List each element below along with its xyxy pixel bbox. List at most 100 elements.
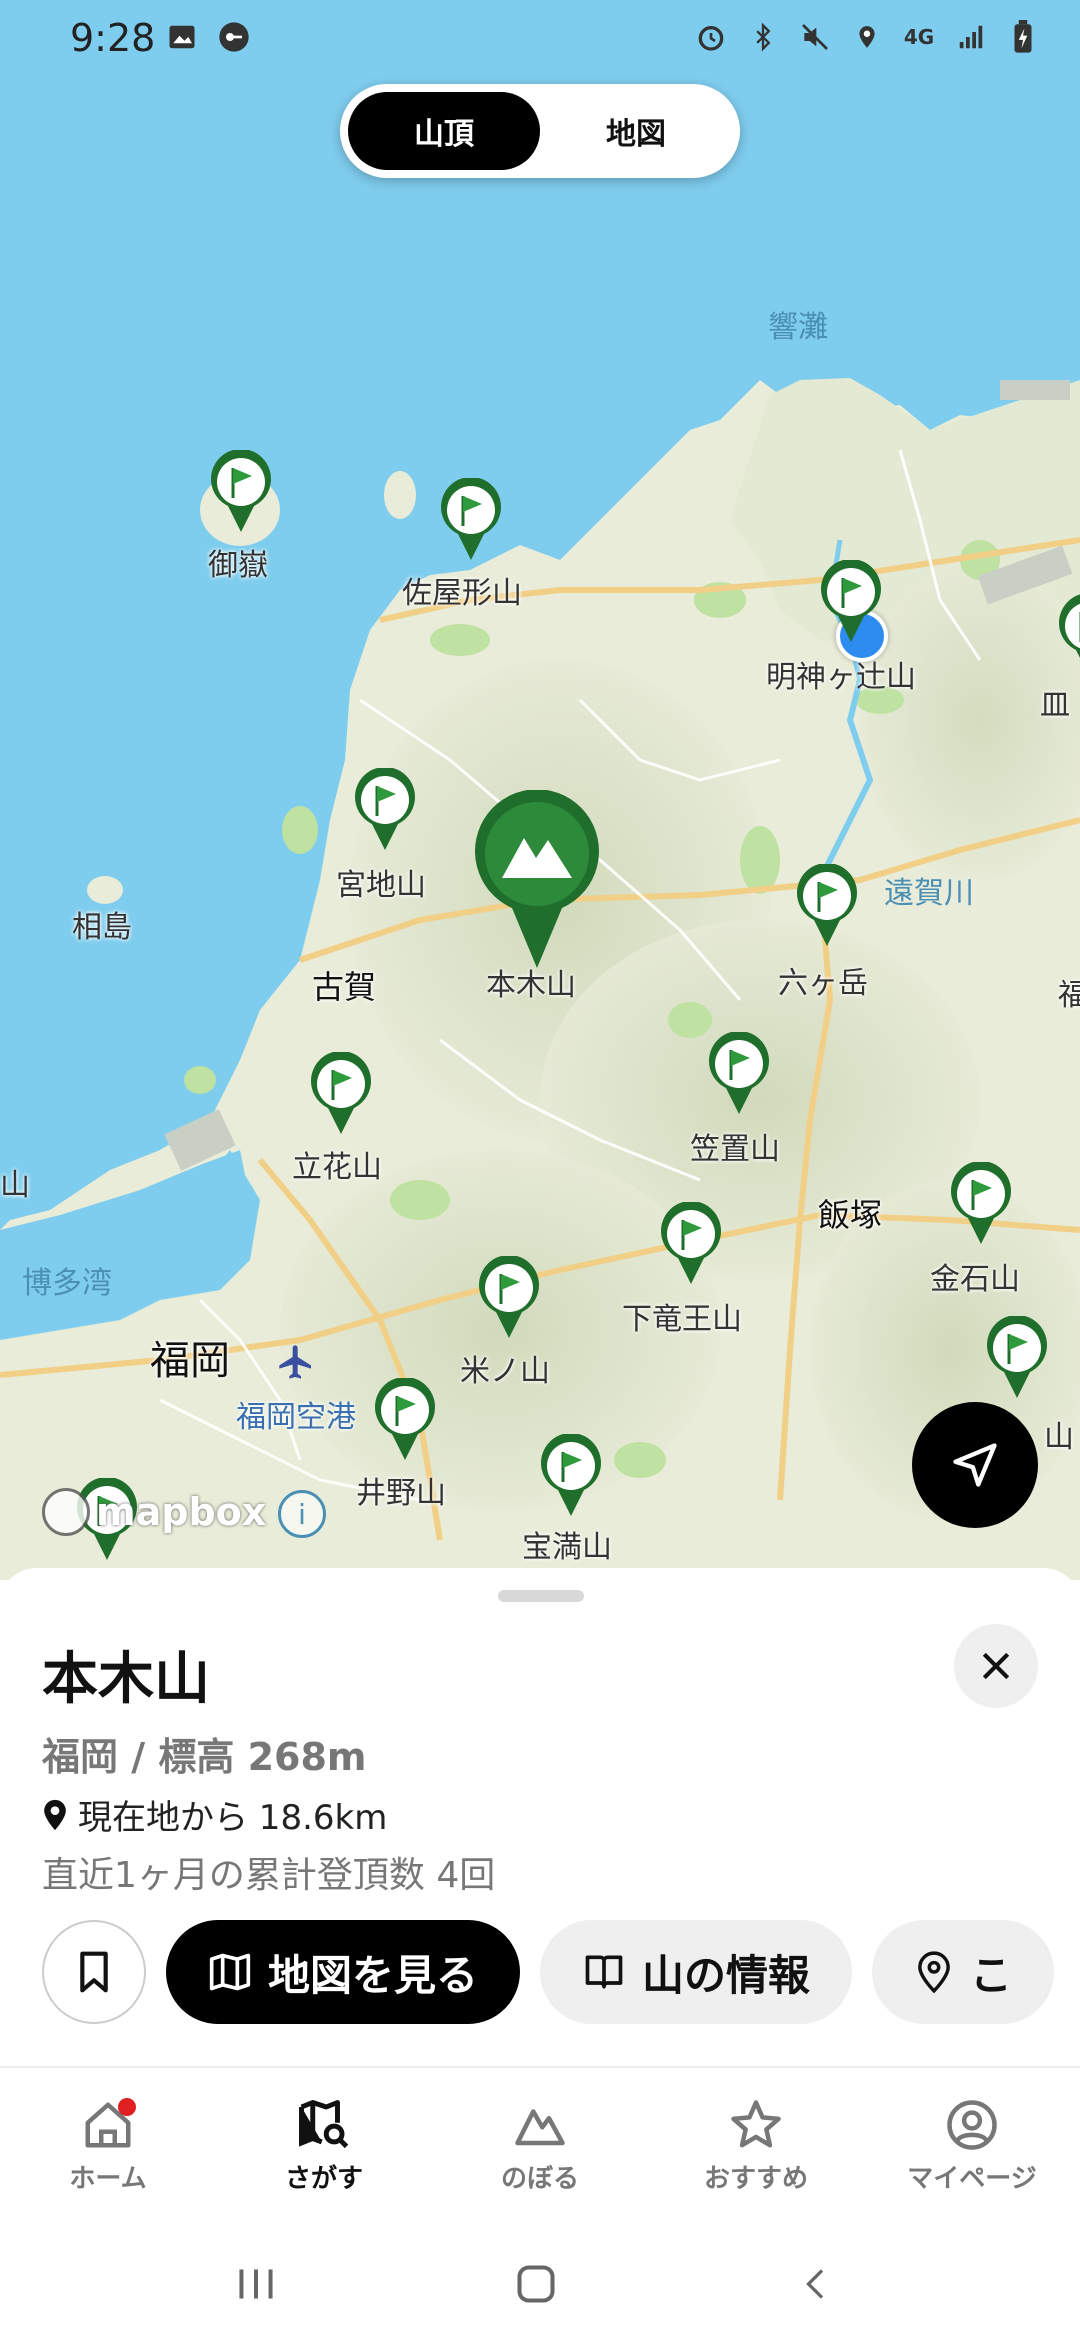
status-bar: 9:28 4G [0, 0, 1080, 80]
pin-icon [44, 1799, 66, 1830]
peak-label-miyaji: 宮地山 [336, 868, 426, 903]
gallery-icon [165, 20, 199, 54]
peak-label-sayagata: 佐屋形山 [402, 576, 522, 611]
book-icon [585, 1955, 623, 1989]
home-square-icon [517, 2265, 555, 2303]
view-map-button[interactable]: 地図を見る [166, 1920, 521, 2024]
nav-search[interactable]: さがす [216, 2098, 432, 2195]
partial-action-label: こ [970, 1950, 1013, 2000]
signal-icon [954, 20, 988, 54]
map-view[interactable]: 響灘 博多湾 相島 古賀 飯塚 福岡 福岡空港 遠賀川 皿 福 山 山 御嶽 佐… [0, 0, 1080, 1580]
status-time: 9:28 [70, 16, 156, 60]
peak-label-houman: 宝満山 [522, 1530, 612, 1565]
edge-label-right-mid: 福 [1058, 978, 1080, 1013]
location-pin-icon [918, 1951, 950, 1994]
nav-climb[interactable]: のぼる [432, 2098, 648, 2195]
city-label-koga: 古賀 [312, 968, 377, 1006]
peak-label-tachibana: 立花山 [292, 1150, 382, 1185]
peak-label-ino: 井野山 [356, 1476, 446, 1511]
peak-label-karyuuou: 下竜王山 [622, 1302, 742, 1337]
location-status-icon [850, 20, 884, 54]
close-button[interactable] [954, 1624, 1038, 1708]
home-system-button[interactable] [496, 2256, 576, 2312]
climb-count: 直近1ヶ月の累計登頂数 4回 [42, 1855, 496, 1896]
recent-apps-icon [239, 2269, 273, 2299]
peak-label-kinseki: 金石山 [930, 1262, 1020, 1297]
action-row: 地図を見る 山の情報 こ [42, 1920, 1055, 2024]
alarm-icon [694, 20, 728, 54]
peak-pin-sayagata[interactable] [440, 478, 502, 562]
airplane-icon [276, 1342, 316, 1382]
city-label-iizuka: 飯塚 [818, 1196, 883, 1234]
sheet-grabber[interactable] [498, 1590, 584, 1602]
peak-pin-edge-right[interactable] [1058, 594, 1080, 678]
tab-summit[interactable]: 山頂 [348, 92, 540, 170]
navigation-arrow-icon [953, 1443, 997, 1487]
locate-me-button[interactable] [912, 1402, 1038, 1528]
close-icon [982, 1652, 1010, 1680]
attribution-info-button[interactable]: i [278, 1490, 326, 1538]
bottom-navigation: ホーム さがす のぼる おすすめ マイページ [0, 2066, 1080, 2228]
distance-text: 現在地から 18.6km [78, 1798, 388, 1838]
mountain-title: 本木山 [42, 1647, 210, 1712]
back-chevron-icon [806, 2269, 824, 2299]
bookmark-button[interactable] [42, 1920, 146, 2024]
peak-label-mitake: 御嶽 [208, 548, 268, 583]
peak-pin-rokkadake[interactable] [796, 864, 858, 948]
nav-home[interactable]: ホーム [0, 2098, 216, 2195]
mountain-info-label: 山の情報 [642, 1950, 811, 2000]
mountain-meta: 福岡 / 標高 268m [42, 1735, 367, 1779]
peak-label-rokkadake: 六ヶ岳 [778, 966, 868, 1001]
notification-dot [118, 2098, 136, 2116]
back-button[interactable] [776, 2256, 856, 2312]
partial-action-button[interactable]: こ [872, 1920, 1055, 2024]
peak-pin-miyaji[interactable] [354, 768, 416, 852]
battery-icon [1006, 20, 1040, 54]
bluetooth-icon [746, 20, 780, 54]
mapbox-attribution: mapbox [42, 1488, 266, 1536]
map-search-icon [299, 2100, 349, 2149]
edge-label-right-low: 山 [1044, 1420, 1074, 1455]
mountain-info-button[interactable]: 山の情報 [540, 1920, 853, 2024]
view-map-label: 地図を見る [268, 1950, 479, 2000]
profile-icon [947, 2100, 997, 2150]
airport-label: 福岡空港 [236, 1400, 356, 1435]
map-icon [209, 1953, 251, 1991]
peak-pin-edge-right-low[interactable] [986, 1316, 1048, 1400]
peak-pin-houman[interactable] [540, 1434, 602, 1518]
bookmark-icon [80, 1951, 108, 1993]
city-label-fukuoka: 福岡 [150, 1338, 230, 1384]
tab-map[interactable]: 地図 [540, 92, 732, 170]
mute-icon [798, 20, 832, 54]
peak-pin-mitake[interactable] [210, 450, 272, 534]
peak-pin-kasagi[interactable] [708, 1032, 770, 1116]
bay-label: 博多湾 [22, 1266, 112, 1301]
vpn-key-icon [217, 20, 251, 54]
peak-pin-myoujin[interactable] [820, 560, 882, 644]
peak-pin-karyuuou[interactable] [660, 1202, 722, 1286]
edge-label-right-top: 皿 [1040, 688, 1070, 723]
mountain-detail-sheet: 本木山 福岡 / 標高 268m 現在地から 18.6km 直近1ヶ月の累計登頂… [0, 1568, 1080, 2068]
system-navigation [0, 2226, 1080, 2340]
edge-label-left-mid: 山 [0, 1168, 30, 1203]
island-label: 相島 [72, 910, 132, 945]
star-icon [731, 2100, 781, 2148]
peak-pin-kinseki[interactable] [950, 1162, 1012, 1246]
nav-mypage[interactable]: マイページ [864, 2098, 1080, 2195]
mountain-icon [515, 2109, 565, 2146]
view-toggle: 山頂 地図 [340, 84, 740, 178]
peak-pin-ino[interactable] [374, 1378, 436, 1462]
peak-label-yoneno: 米ノ山 [460, 1354, 550, 1389]
peak-pin-tachibana[interactable] [310, 1052, 372, 1136]
peak-label-kasagi: 笠置山 [690, 1132, 780, 1167]
river-label: 遠賀川 [884, 876, 974, 911]
network-type: 4G [903, 25, 935, 49]
recent-apps-button[interactable] [216, 2256, 296, 2312]
selected-peak-pin-honki[interactable] [472, 789, 602, 970]
nav-recommend[interactable]: おすすめ [648, 2098, 864, 2195]
sea-label: 響灘 [768, 310, 828, 345]
distance-row: 現在地から 18.6km [42, 1790, 387, 1839]
peak-pin-yoneno[interactable] [478, 1256, 540, 1340]
peak-label-honki: 本木山 [486, 968, 576, 1003]
peak-label-myoujin: 明神ヶ辻山 [766, 660, 916, 695]
